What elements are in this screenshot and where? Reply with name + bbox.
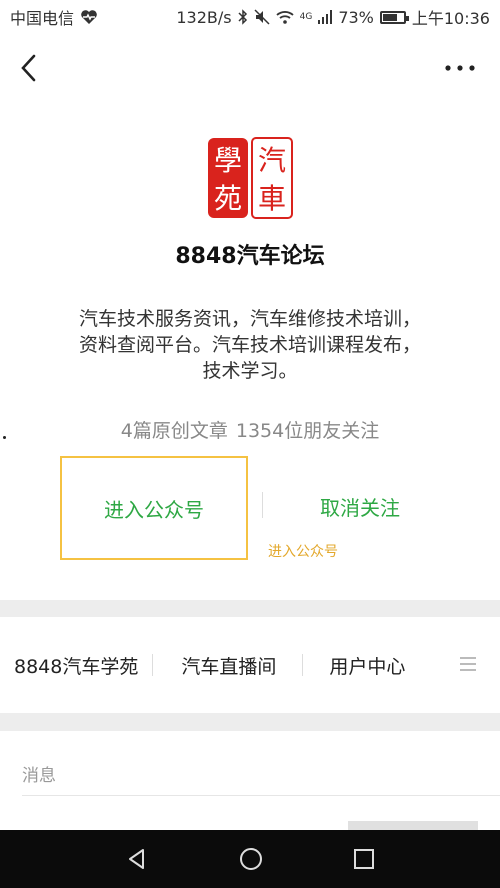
messages-title: 消息: [22, 766, 56, 786]
logo-char-3: 苑: [214, 182, 242, 215]
system-nav-bar: [0, 830, 500, 888]
carrier-label: 中国电信: [10, 9, 75, 28]
logo-char-1: 學: [214, 144, 242, 177]
unfollow-label: 取消关注: [320, 495, 400, 520]
follower-count: 1354位朋友关注: [235, 420, 380, 442]
logo-char-4: 車: [258, 182, 286, 215]
article-count: 4篇原创文章: [120, 420, 228, 442]
unfollow-button[interactable]: 取消关注: [266, 480, 454, 532]
chevron-left-icon: [21, 54, 36, 82]
menu-separator: [302, 654, 304, 676]
mute-icon: [254, 9, 270, 25]
back-triangle-icon[interactable]: [125, 847, 149, 871]
battery-percent: 73%: [338, 7, 374, 27]
enter-account-label: 进入公众号: [104, 497, 204, 522]
list-menu-icon[interactable]: [460, 657, 476, 671]
account-name: 8848汽车论坛: [175, 244, 325, 269]
section-gap: [0, 600, 500, 617]
account-menu: 8848汽车学苑 汽车直播间 用户中心: [0, 617, 500, 713]
menu-item-live[interactable]: 汽车直播间: [181, 652, 276, 679]
enter-account-button[interactable]: 进入公众号: [60, 456, 248, 560]
stray-dot: [3, 436, 6, 439]
messages-divider: [22, 795, 500, 796]
action-divider: [262, 492, 263, 518]
menu-item-user-center[interactable]: 用户中心: [329, 652, 405, 679]
more-dots-icon: [445, 65, 475, 71]
recents-square-icon[interactable]: [353, 848, 375, 870]
annotation-label: 进入公众号: [268, 544, 338, 560]
battery-icon: [379, 10, 409, 24]
logo-char-2: 汽: [258, 144, 286, 177]
heart-monitor-icon: [81, 10, 97, 24]
network-type: 4G: [299, 11, 313, 22]
account-stats: 4篇原创文章 1354位朋友关注: [0, 416, 500, 443]
menu-item-academy[interactable]: 8848汽车学苑: [14, 652, 138, 679]
bluetooth-icon: [238, 9, 247, 25]
account-description: 汽车技术服务资讯，汽车维修技术培训，资料查阅平台。汽车技术培训课程发布，技术学习…: [78, 308, 421, 382]
wifi-icon: [276, 11, 294, 24]
clock: 上午10:36: [411, 9, 490, 28]
messages-section: 消息: [0, 731, 500, 831]
home-circle-icon[interactable]: [238, 846, 264, 872]
signal-icon: [318, 10, 333, 24]
status-bar: 中国电信 132B/s 4G 73% 上午10:36: [0, 0, 500, 34]
network-speed: 132B/s: [176, 7, 232, 27]
more-button[interactable]: [440, 50, 480, 86]
back-button[interactable]: [14, 50, 50, 86]
account-logo: 學 苑 汽 車: [202, 130, 298, 226]
top-nav: [0, 40, 500, 96]
menu-separator: [152, 654, 154, 676]
section-gap: [0, 713, 500, 731]
